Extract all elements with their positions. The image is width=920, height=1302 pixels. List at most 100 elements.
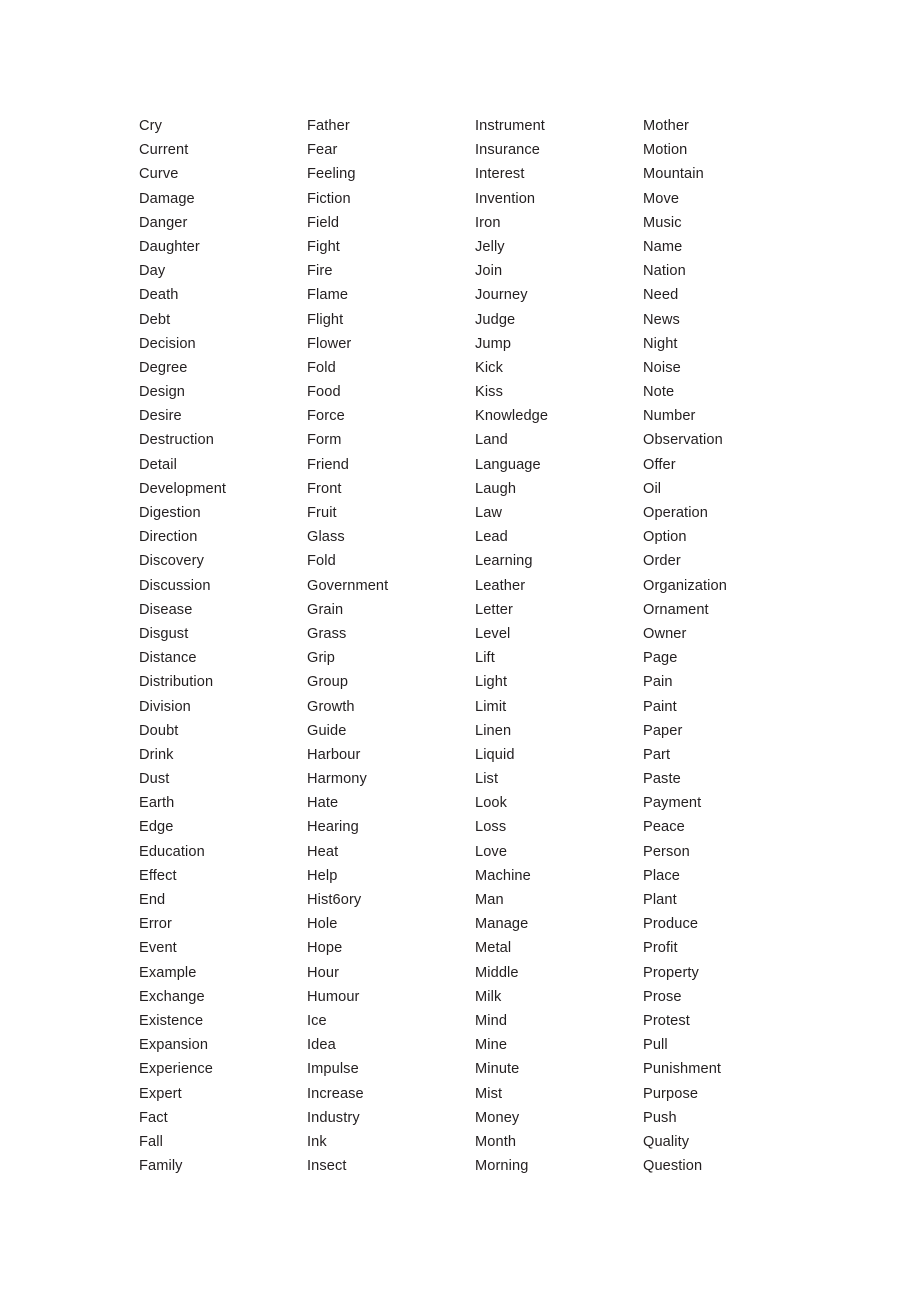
word-item: Harmony	[307, 771, 367, 788]
word-item: Design	[139, 384, 186, 401]
word-item: Nation	[643, 263, 686, 280]
word-item: Money	[475, 1109, 520, 1126]
word-item: Produce	[643, 916, 699, 933]
word-item: Knowledge	[475, 408, 549, 425]
word-item: Industry	[307, 1109, 360, 1126]
word-item: Ornament	[643, 601, 709, 618]
word-item: Invention	[475, 190, 536, 207]
word-item: Option	[643, 529, 687, 546]
word-item: Minute	[475, 1061, 520, 1078]
word-item: Feeling	[307, 166, 356, 183]
word-item: Father	[307, 118, 350, 134]
word-item: Liquid	[475, 746, 515, 763]
word-item: Glass	[307, 529, 345, 546]
word-item: Judge	[475, 311, 516, 328]
word-item: Motion	[643, 142, 688, 159]
word-item: Insurance	[475, 142, 540, 159]
word-item: Grass	[307, 625, 347, 642]
word-item: List	[475, 771, 499, 788]
word-item: Language	[475, 456, 541, 473]
word-item: Damage	[139, 190, 195, 207]
word-item: Grain	[307, 601, 344, 618]
word-item: Land	[475, 432, 508, 449]
word-item: Paste	[643, 771, 681, 788]
word-item: Force	[307, 408, 345, 425]
word-item: Journey	[475, 287, 528, 304]
word-item: Effect	[139, 867, 177, 884]
document-page: Cry Current Curve Damage Danger Daughter Day De…	[0, 0, 920, 1302]
word-item: Help	[307, 867, 338, 884]
word-item: Fold	[307, 359, 336, 376]
word-item: Law	[475, 505, 503, 521]
word-item: Letter	[475, 601, 513, 618]
word-item: Mist	[475, 1085, 503, 1102]
word-item: Mountain	[643, 166, 704, 183]
word-item: Light	[475, 674, 508, 691]
word-item: Observation	[643, 432, 723, 449]
word-item: Doubt	[139, 722, 179, 739]
word-item: Name	[643, 238, 683, 255]
word-item: Digestion	[139, 505, 201, 521]
word-item: Jelly	[475, 238, 505, 255]
word-item: Exchange	[139, 988, 205, 1005]
word-item: Love	[475, 843, 508, 860]
word-item: Place	[643, 867, 681, 884]
word-item: Heat	[307, 843, 339, 860]
word-item: Milk	[475, 988, 502, 1005]
word-item: Experience	[139, 1061, 214, 1078]
word-item: Kiss	[475, 384, 503, 401]
word-item: Earth	[139, 795, 175, 812]
word-item: Division	[139, 698, 191, 715]
word-item: Guide	[307, 722, 347, 739]
word-item: Move	[643, 190, 680, 207]
word-item: Desire	[139, 408, 182, 425]
word-item: Fight	[307, 238, 340, 255]
word-item: Form	[307, 432, 342, 449]
word-item: Fire	[307, 263, 333, 280]
word-item: Middle	[475, 964, 519, 981]
word-item: Protest	[643, 1012, 690, 1029]
word-item: Person	[643, 843, 690, 860]
word-item: Curve	[139, 166, 179, 183]
word-item: Push	[643, 1109, 677, 1126]
word-item: Disease	[139, 601, 193, 618]
word-item: Organization	[643, 577, 727, 594]
word-item: Fear	[307, 142, 338, 159]
word-item: Prose	[643, 988, 682, 1005]
word-item: Order	[643, 553, 681, 570]
word-item: Note	[643, 384, 675, 401]
word-item: Plant	[643, 892, 677, 908]
word-column-2: Father Fear Feeling Fiction Field Fight Fire Fl…	[307, 114, 475, 1178]
word-item: Disgust	[139, 625, 189, 642]
word-item: Degree	[139, 359, 188, 376]
word-item: Daughter	[139, 238, 200, 255]
word-item: Edge	[139, 819, 174, 836]
word-item: Field	[307, 214, 340, 231]
word-item: Mind	[475, 1012, 508, 1029]
word-item: Expert	[139, 1085, 182, 1102]
word-item: Food	[307, 384, 341, 401]
word-item: Punishment	[643, 1061, 722, 1078]
word-item: Debt	[139, 311, 171, 328]
word-item: Destruction	[139, 432, 214, 449]
word-item: Hour	[307, 964, 340, 981]
word-item: Fact	[139, 1109, 168, 1126]
word-item: Limit	[475, 698, 507, 715]
word-item: Machine	[475, 867, 531, 884]
word-item: Lift	[475, 650, 495, 667]
word-item: Question	[643, 1158, 703, 1175]
word-item: Join	[475, 263, 503, 280]
word-item: Current	[139, 142, 189, 159]
word-item: Quality	[643, 1133, 690, 1150]
word-item: Distribution	[139, 674, 214, 691]
word-item: Detail	[139, 456, 177, 473]
word-item: Linen	[475, 722, 512, 739]
word-item: Part	[643, 746, 671, 763]
word-item: Ink	[307, 1133, 327, 1150]
word-item: Profit	[643, 940, 678, 957]
word-item: Payment	[643, 795, 702, 812]
word-item: Dust	[139, 771, 170, 788]
word-item: Music	[643, 214, 682, 231]
word-item: Drink	[139, 746, 174, 763]
word-item: Discussion	[139, 577, 211, 594]
